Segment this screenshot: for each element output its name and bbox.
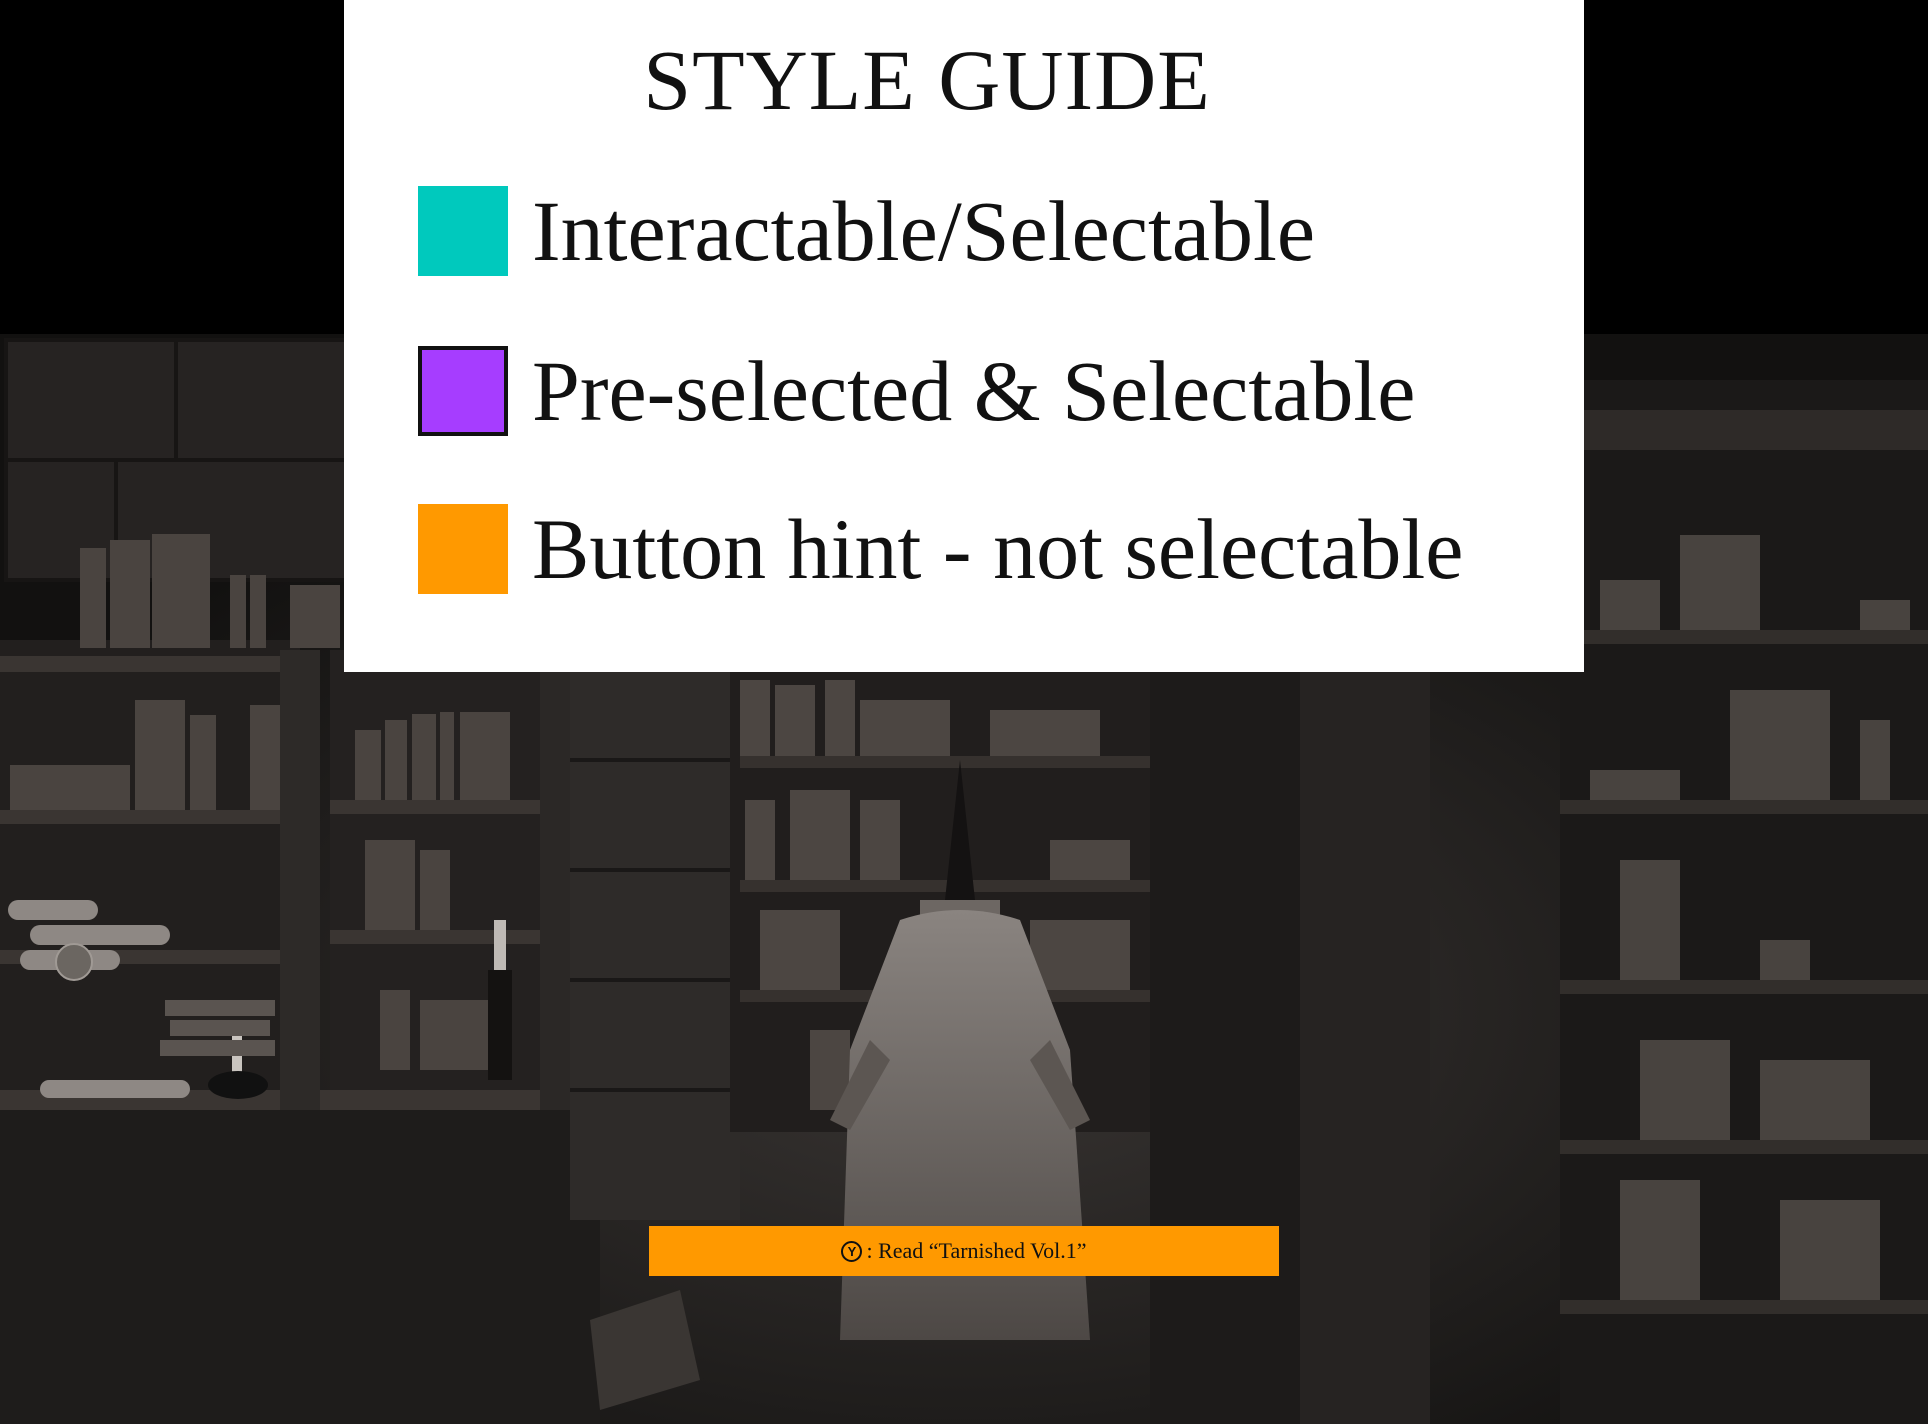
button-hint-swatch [418,504,508,594]
legend-row-interactable: Interactable/Selectable [418,181,1315,281]
interactable-label: Interactable/Selectable [532,183,1316,279]
right-bookshelf [1560,380,1928,1424]
style-guide-title: STYLE GUIDE [643,32,1211,128]
y-button-icon: Y [841,1240,863,1262]
interact-marker-icon [55,943,93,981]
legend-row-preselected: Pre-selected & Selectable [418,341,1415,441]
central-stone-pillar [570,660,740,1220]
read-hint-text: : Read “Tarnished Vol.1” [866,1238,1087,1263]
preselected-label: Pre-selected & Selectable [532,343,1416,439]
right-stone-pillar [1300,660,1430,1424]
legend-row-button-hint: Button hint - not selectable [418,499,1463,599]
button-hint-label: Button hint - not selectable [532,501,1464,597]
style-guide-panel: STYLE GUIDE Interactable/Selectable Pre-… [344,0,1584,672]
preselected-swatch [418,346,508,436]
interactable-swatch [418,186,508,276]
read-button-hint: Y : Read “Tarnished Vol.1” [649,1226,1279,1276]
